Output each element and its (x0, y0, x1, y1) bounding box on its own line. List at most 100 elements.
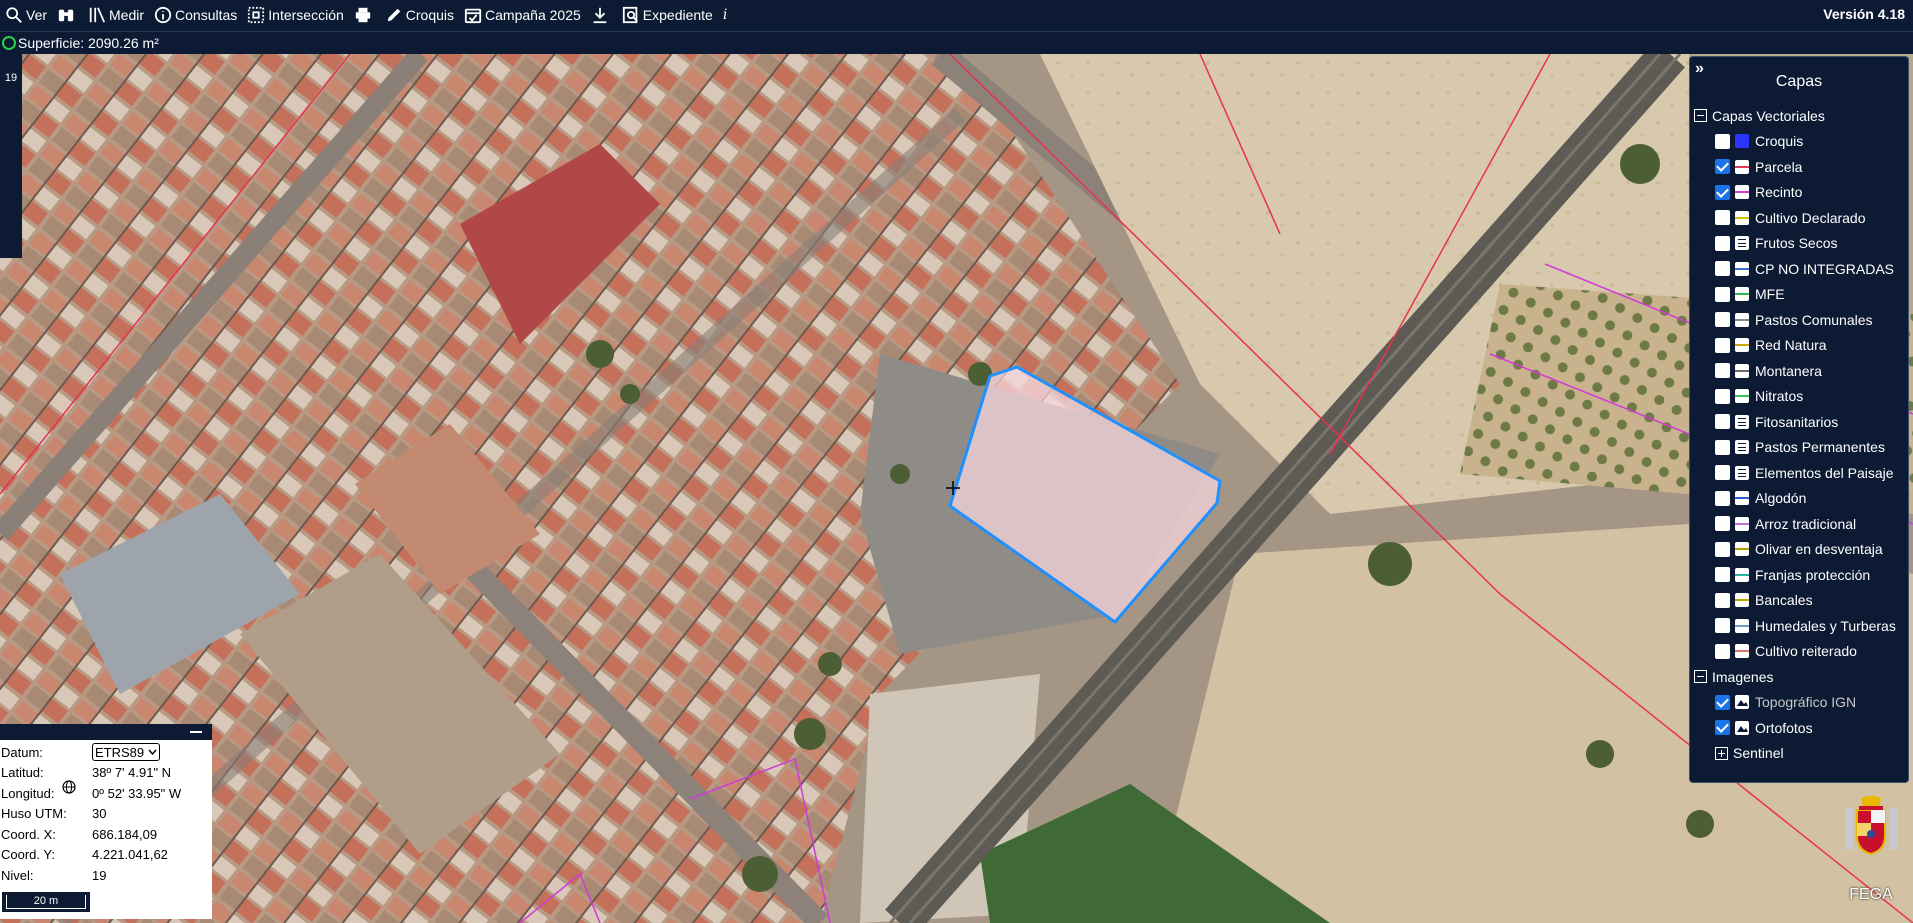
layer-label: Nitratos (1755, 388, 1804, 405)
layer-row[interactable]: Frutos Secos (1690, 231, 1908, 257)
layer-line-swatch (1735, 338, 1749, 353)
layer-row[interactable]: CP NO INTEGRADAS (1690, 256, 1908, 282)
layer-checkbox[interactable] (1715, 516, 1730, 532)
consultas-button[interactable]: Consultas (149, 0, 242, 29)
collapse-minus-icon[interactable] (1694, 109, 1707, 123)
layer-checkbox[interactable] (1715, 133, 1730, 149)
layer-row[interactable]: Croquis (1690, 129, 1908, 155)
layer-label: Franjas protección (1755, 566, 1871, 583)
map-canvas[interactable] (0, 54, 1913, 923)
layer-row[interactable]: Elementos del Paisaje (1690, 460, 1908, 486)
layer-label: Olivar en desventaja (1755, 541, 1883, 558)
layer-row[interactable]: Red Natura (1690, 333, 1908, 359)
layer-checkbox[interactable] (1715, 388, 1730, 404)
croquis-label: Croquis (405, 6, 455, 23)
coord-x-value: 686.184,09 (92, 826, 158, 842)
vector-layer-list: Croquis Parcela Recinto Cultivo Declarado Fr… (1690, 129, 1908, 665)
globe-icon[interactable] (62, 780, 76, 794)
layer-checkbox[interactable] (1715, 312, 1730, 328)
group-sentinel[interactable]: Sentinel (1690, 741, 1908, 767)
layer-row[interactable]: Parcela (1690, 154, 1908, 180)
layer-label: Pastos Comunales (1755, 311, 1873, 328)
layer-checkbox[interactable] (1715, 567, 1730, 583)
group-imagenes[interactable]: Imagenes (1690, 664, 1908, 690)
collapse-minus-icon[interactable] (1694, 670, 1707, 684)
layer-row[interactable]: MFE (1690, 282, 1908, 308)
longitude-label: Longitud: (1, 785, 55, 801)
layer-row[interactable]: Topográfico IGN (1690, 690, 1908, 716)
layer-checkbox[interactable] (1715, 210, 1730, 226)
layer-checkbox[interactable] (1715, 490, 1730, 506)
layer-checkbox[interactable] (1715, 465, 1730, 481)
layer-row[interactable]: Nitratos (1690, 384, 1908, 410)
layer-row[interactable]: Olivar en desventaja (1690, 537, 1908, 563)
layer-row[interactable]: Algodón (1690, 486, 1908, 512)
coat-of-arms-icon (1845, 796, 1897, 856)
info-button[interactable]: i (718, 0, 732, 29)
medir-button[interactable]: Medir (83, 0, 149, 29)
layer-row[interactable]: Cultivo reiterado (1690, 639, 1908, 665)
interseccion-label: Intersección (268, 6, 344, 23)
consultas-label: Consultas (175, 6, 238, 23)
layer-line-swatch (1735, 593, 1749, 608)
group-capas-vectoriales[interactable]: Capas Vectoriales (1690, 103, 1908, 129)
layer-checkbox[interactable] (1715, 720, 1730, 736)
info-italic-icon: i (722, 6, 728, 23)
layer-checkbox[interactable] (1715, 286, 1730, 302)
layer-checkbox[interactable] (1715, 694, 1730, 710)
magnifier-icon (6, 6, 22, 23)
coordinates-panel-header (0, 724, 212, 740)
layer-checkbox[interactable] (1715, 235, 1730, 251)
campana-button[interactable]: Campaña 2025 (459, 0, 586, 29)
info-circle-icon (154, 6, 172, 23)
layer-checkbox[interactable] (1715, 618, 1730, 634)
layer-row[interactable]: Arroz tradicional (1690, 511, 1908, 537)
datum-select[interactable]: ETRS89 (92, 743, 160, 762)
scale-bar: 20 m (2, 892, 90, 912)
layer-checkbox[interactable] (1715, 541, 1730, 557)
print-button[interactable] (349, 0, 380, 29)
layer-list-icon (1735, 440, 1749, 455)
ver-button[interactable]: Ver (0, 0, 52, 29)
layer-checkbox[interactable] (1715, 337, 1730, 353)
layer-row[interactable]: Pastos Permanentes (1690, 435, 1908, 461)
layer-label: Ortofotos (1755, 719, 1813, 736)
layer-checkbox[interactable] (1715, 643, 1730, 659)
layer-checkbox[interactable] (1715, 159, 1730, 175)
layer-row[interactable]: Humedales y Turberas (1690, 613, 1908, 639)
layer-row[interactable]: Franjas protección (1690, 562, 1908, 588)
layer-checkbox[interactable] (1715, 414, 1730, 430)
expediente-button[interactable]: Expediente (617, 0, 718, 29)
expand-plus-icon[interactable] (1715, 746, 1728, 760)
datum-value: ETRS89 (95, 744, 145, 760)
layer-checkbox[interactable] (1715, 261, 1730, 277)
layer-line-swatch (1735, 542, 1749, 557)
coord-y-label: Coord. Y: (1, 847, 55, 863)
interseccion-button[interactable]: Intersección (242, 0, 348, 29)
layer-row[interactable]: Montanera (1690, 358, 1908, 384)
collapse-panel-button[interactable]: » (1695, 60, 1704, 78)
layer-line-swatch (1735, 516, 1749, 531)
layer-row[interactable]: Pastos Comunales (1690, 307, 1908, 333)
layer-checkbox[interactable] (1715, 363, 1730, 379)
layer-line-swatch (1735, 159, 1749, 174)
layer-row[interactable]: Ortofotos (1690, 715, 1908, 741)
minimize-icon[interactable] (190, 731, 202, 733)
layer-checkbox[interactable] (1715, 184, 1730, 200)
longitude-value: 0º 52' 33.95" W (92, 785, 182, 801)
download-button[interactable] (586, 0, 617, 29)
layer-checkbox[interactable] (1715, 592, 1730, 608)
layer-row[interactable]: Recinto (1690, 180, 1908, 206)
nivel-value: 19 (92, 867, 107, 883)
croquis-button[interactable]: Croquis (380, 0, 459, 29)
layer-row[interactable]: Bancales (1690, 588, 1908, 614)
layer-line-swatch (1735, 210, 1749, 225)
layer-label: Bancales (1755, 592, 1813, 609)
layer-label: Red Natura (1755, 337, 1827, 354)
layer-label: Elementos del Paisaje (1755, 464, 1894, 481)
layer-row[interactable]: Fitosanitarios (1690, 409, 1908, 435)
layer-checkbox[interactable] (1715, 439, 1730, 455)
layer-row[interactable]: Cultivo Declarado (1690, 205, 1908, 231)
binoculars-button[interactable] (52, 0, 83, 29)
layer-label: Cultivo Declarado (1755, 209, 1866, 226)
